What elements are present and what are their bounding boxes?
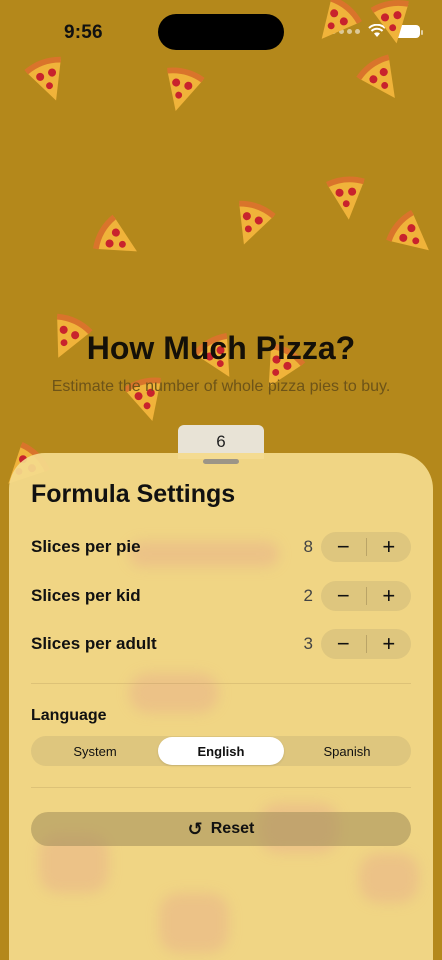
language-picker: System English Spanish <box>31 736 411 766</box>
pizza-slice-icon <box>222 196 281 255</box>
slices-per-pie-stepper: − + <box>321 532 411 562</box>
pizza-slice-icon <box>303 0 368 55</box>
divider <box>31 683 411 684</box>
page-title: How Much Pizza? <box>86 330 356 366</box>
slices-per-kid-stepper: − + <box>321 581 411 611</box>
dynamic-island <box>158 14 284 50</box>
blurred-background-slice <box>129 673 219 713</box>
blurred-background-slice <box>159 893 229 953</box>
status-time: 9:56 <box>64 22 103 43</box>
decrement-button[interactable]: − <box>321 532 366 562</box>
page-subtitle: Estimate the number of whole pizza pies … <box>51 378 391 395</box>
blurred-background-slice <box>359 853 419 903</box>
increment-button[interactable]: + <box>367 629 412 659</box>
language-option-system[interactable]: System <box>32 737 158 765</box>
setting-value: 8 <box>303 537 313 556</box>
increment-button[interactable]: + <box>367 581 412 611</box>
pizza-slice-icon <box>20 52 79 111</box>
setting-label: Slices per pie <box>31 537 141 556</box>
pizza-slice-icon <box>153 63 209 119</box>
arrow-counterclockwise-icon: ↺ <box>187 819 203 839</box>
setting-row-slices-per-adult: Slices per adult 3 − + <box>31 629 411 659</box>
setting-row-slices-per-kid: Slices per kid 2 − + <box>31 581 411 611</box>
settings-title: Formula Settings <box>31 480 236 508</box>
divider <box>31 787 411 788</box>
pizza-slice-icon <box>381 205 442 270</box>
app-screen: 9:56 How Much Pizza? Estimate the number… <box>0 0 442 960</box>
setting-value: 3 <box>303 634 313 653</box>
language-option-spanish[interactable]: Spanish <box>284 737 410 765</box>
setting-label: Slices per adult <box>31 634 157 653</box>
pizza-slice-icon <box>322 174 372 224</box>
pizza-slice-icon <box>351 49 415 113</box>
formula-settings-sheet: Formula Settings Slices per pie 8 − + Sl… <box>9 453 433 960</box>
pizza-slice-icon <box>366 0 419 50</box>
decrement-button[interactable]: − <box>321 581 366 611</box>
pizza-slice-icon <box>88 210 151 273</box>
sheet-grabber[interactable] <box>203 459 239 464</box>
setting-label: Slices per kid <box>31 586 141 605</box>
increment-button[interactable]: + <box>367 532 412 562</box>
setting-row-slices-per-pie: Slices per pie 8 − + <box>31 532 411 562</box>
language-option-english[interactable]: English <box>158 737 284 765</box>
language-label: Language <box>31 707 107 724</box>
reset-label: Reset <box>210 820 255 837</box>
reset-button[interactable]: ↺ Reset <box>31 812 411 846</box>
slices-per-adult-stepper: − + <box>321 629 411 659</box>
decrement-button[interactable]: − <box>321 629 366 659</box>
setting-value: 2 <box>303 586 313 605</box>
